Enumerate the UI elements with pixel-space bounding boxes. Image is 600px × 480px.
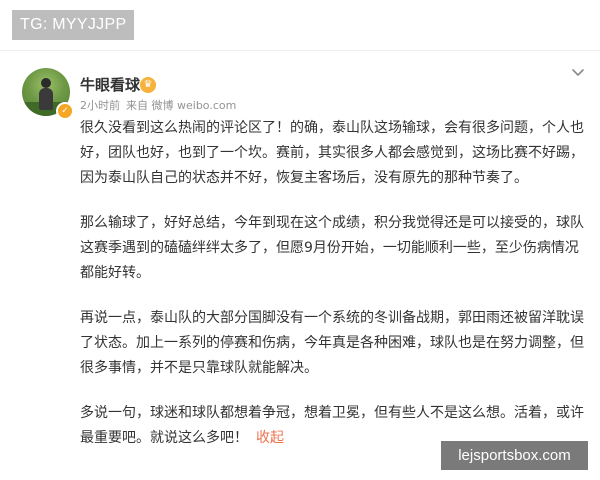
- avatar-person-body: [39, 88, 53, 110]
- post-source: 来自 微博 weibo.com: [126, 99, 237, 112]
- post-paragraph-3: 再说一点，泰山队的大部分国脚没有一个系统的冬训备战期，郭田雨还被留洋耽误了状态。…: [80, 310, 584, 376]
- verified-badge-icon: ✓: [56, 102, 74, 120]
- divider: [0, 50, 600, 51]
- author-name[interactable]: 牛眼看球: [80, 76, 140, 94]
- post-meta: 2小时前 来自 微博 weibo.com: [80, 99, 242, 113]
- post-paragraph-1: 很久没看到这么热闹的评论区了！的确，泰山队这场输球，会有很多问题，个人也好，团队…: [80, 120, 584, 186]
- post-paragraph-2: 那么输球了，好好总结，今年到现在这个成绩，积分我觉得还是可以接受的，球队这赛季遇…: [80, 215, 584, 281]
- vip-crown-icon[interactable]: ♛: [140, 77, 156, 93]
- avatar-person-head: [41, 78, 51, 88]
- post-time[interactable]: 2小时前: [80, 99, 120, 112]
- watermark: lejsportsbox.com: [441, 441, 588, 470]
- chevron-down-icon[interactable]: [570, 64, 586, 80]
- post-paragraph-4-text: 多说一句，球迷和球队都想着争冠，想着卫冕，但有些人不是这么想。活着，或许最重要吧…: [80, 405, 584, 446]
- tag-badge: TG: MYYJJPP: [12, 10, 134, 40]
- weibo-post-card: TG: MYYJJPP ✓ 牛眼看球 ♛ 2小时前 来自 微博 weibo.com…: [0, 0, 600, 480]
- post-body: 很久没看到这么热闹的评论区了！的确，泰山队这场输球，会有很多问题，个人也好，团队…: [80, 116, 588, 451]
- collapse-link[interactable]: 收起: [256, 430, 284, 446]
